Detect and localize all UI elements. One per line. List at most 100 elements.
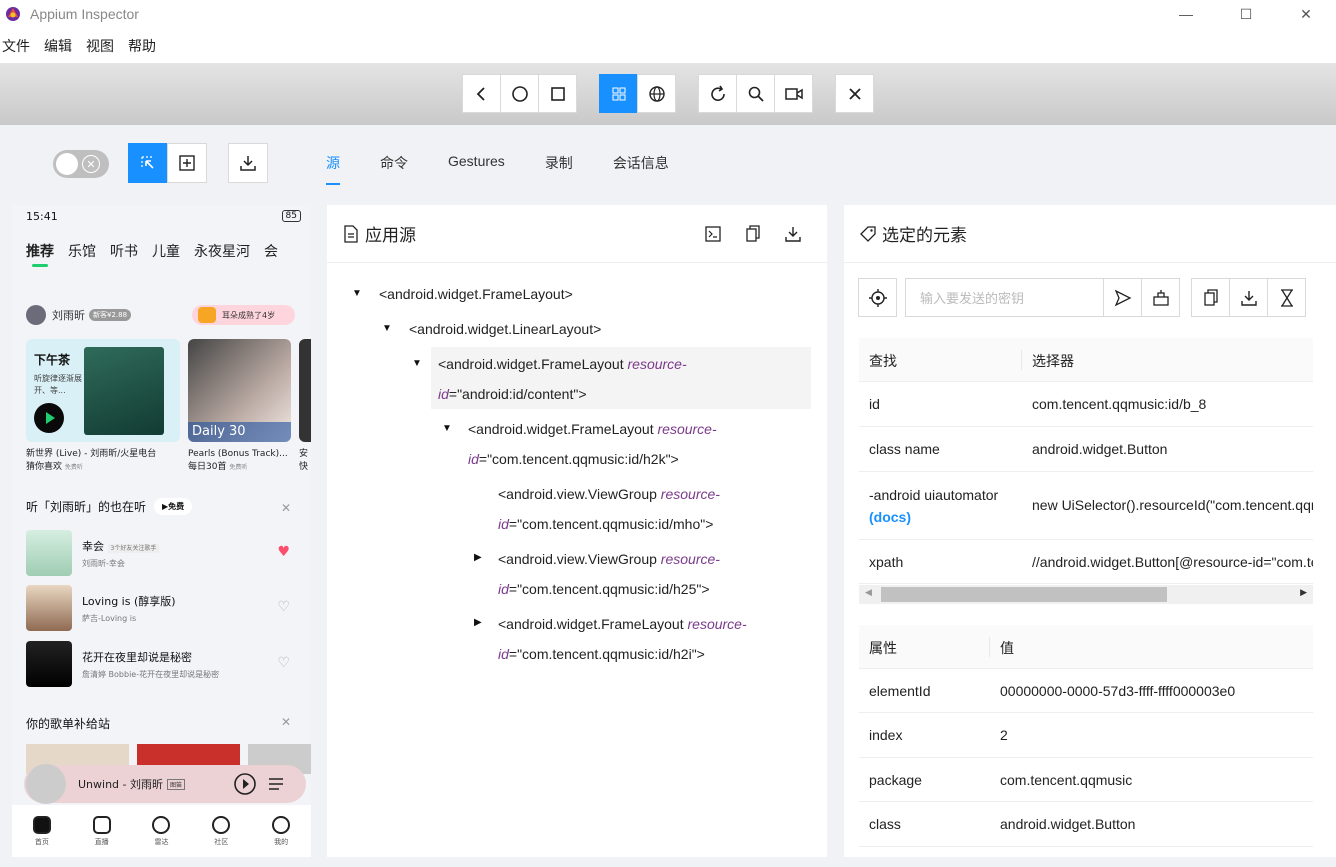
nav-me[interactable]: 我的 <box>272 815 291 847</box>
toggle-attributes-button[interactable] <box>703 224 723 244</box>
playlist-icon[interactable] <box>267 774 287 794</box>
tree-node[interactable]: <android.widget.LinearLayout> <box>409 314 601 344</box>
play-circle-icon[interactable] <box>233 772 257 796</box>
device-screenshot[interactable]: 15:41 85 推荐 乐馆 听书 儿童 永夜星河 会 刘雨昕 新客¥2.88 … <box>12 205 311 857</box>
back-button[interactable] <box>462 74 501 113</box>
table-row[interactable]: class android.widget.Button <box>859 802 1313 847</box>
copy-icon <box>746 225 760 242</box>
list-item[interactable]: 幸会 3个好友关注歌手 刘雨昕-幸会 ♥ <box>26 530 296 576</box>
nav-radar[interactable]: 雷达 <box>152 815 171 847</box>
docs-link[interactable]: (docs) <box>869 509 911 525</box>
web-mode-button[interactable] <box>637 74 676 113</box>
menu-view[interactable]: 视图 <box>86 36 114 56</box>
table-row[interactable]: id com.tencent.qqmusic:id/b_8 <box>859 382 1313 427</box>
table-row[interactable]: elementId 00000000-0000-57d3-ffff-ffff00… <box>859 669 1313 713</box>
collapse-caret-icon[interactable]: ▼ <box>442 423 452 434</box>
menu-file[interactable]: 文件 <box>2 36 30 56</box>
tab-source[interactable]: 源 <box>326 143 340 185</box>
maximize-button[interactable]: ☐ <box>1216 0 1276 28</box>
close-window-button[interactable]: ✕ <box>1276 0 1336 28</box>
app-switch-button[interactable] <box>538 74 577 113</box>
heart-icon[interactable]: ♡ <box>277 655 290 671</box>
home-button[interactable] <box>500 74 539 113</box>
scroll-left-icon[interactable]: ◀ <box>865 587 872 598</box>
tree-node-selected[interactable]: <android.widget.FrameLayout resource- id… <box>438 349 687 409</box>
minimize-button[interactable]: — <box>1156 0 1216 28</box>
tab-gestures[interactable]: Gestures <box>448 143 505 183</box>
playlist-card-afternoon-tea[interactable]: 下午茶 听旋律逐渐展开、等... <box>26 339 180 442</box>
phone-user[interactable]: 刘雨昕 新客¥2.88 <box>26 305 132 325</box>
tree-node[interactable]: <android.view.ViewGroup resource- id="co… <box>498 544 720 604</box>
expand-caret-icon[interactable]: ▶ <box>474 617 482 628</box>
get-timing-button[interactable] <box>1267 278 1306 317</box>
native-mode-button[interactable] <box>599 74 638 113</box>
expand-caret-icon[interactable]: ▶ <box>474 552 482 563</box>
table-row[interactable]: index 2 <box>859 713 1313 758</box>
tap-coordinates-button[interactable] <box>167 143 207 183</box>
close-icon[interactable]: ✕ <box>281 715 291 729</box>
phone-promo-pill[interactable]: 耳朵成熟了4岁 <box>192 305 295 325</box>
table-row[interactable]: xpath //android.widget.Button[@resource-… <box>859 540 1313 584</box>
heart-icon[interactable]: ♡ <box>277 599 290 615</box>
screenshot-toggle[interactable]: ✕ <box>53 150 109 178</box>
refresh-button[interactable] <box>698 74 737 113</box>
globe-icon <box>648 85 665 102</box>
select-element-button[interactable] <box>128 143 168 183</box>
nav-home[interactable]: 首页 <box>32 815 51 847</box>
download-xml-button[interactable] <box>783 224 803 244</box>
copy-xml-button[interactable] <box>743 224 763 244</box>
nav-community[interactable]: 社区 <box>212 815 231 847</box>
nav-live[interactable]: 直播 <box>92 815 111 847</box>
tree-node[interactable]: <android.widget.FrameLayout resource- id… <box>468 414 717 474</box>
collapse-caret-icon[interactable]: ▼ <box>412 358 422 369</box>
phone-time: 15:41 <box>26 209 58 223</box>
menu-edit[interactable]: 编辑 <box>44 36 72 56</box>
tap-element-button[interactable] <box>858 278 897 317</box>
table-row[interactable]: package com.tencent.qqmusic <box>859 758 1313 802</box>
table-row[interactable]: -android uiautomator (docs) new UiSelecto… <box>859 472 1313 540</box>
tab-commands[interactable]: 命令 <box>380 143 408 183</box>
menu-help[interactable]: 帮助 <box>128 36 156 56</box>
list-item[interactable]: Loving is (醇享版) 萨吉-Loving is ♡ <box>26 585 296 631</box>
list-item[interactable]: 花开在夜里却说是秘密 詹清婷 Bobbie-花开在夜里却说是秘密 ♡ <box>26 641 296 687</box>
element-actions: 输入要发送的密钥 <box>858 278 1306 317</box>
tab-record[interactable]: 录制 <box>545 143 573 183</box>
phone-cat-drama[interactable]: 永夜星河 <box>194 241 250 261</box>
quit-session-button[interactable] <box>835 74 874 113</box>
scroll-right-icon[interactable]: ▶ <box>1300 587 1307 598</box>
tree-node[interactable]: <android.widget.FrameLayout> <box>379 279 573 309</box>
phone-cat-kids[interactable]: 儿童 <box>152 241 180 261</box>
download-element-button[interactable] <box>1229 278 1268 317</box>
table-row[interactable]: class name android.widget.Button <box>859 427 1313 472</box>
mini-player[interactable]: Unwind - 刘雨昕 图笛 <box>24 764 306 804</box>
send-keys-button[interactable] <box>1103 278 1142 317</box>
tree-node[interactable]: <android.view.ViewGroup resource- id="co… <box>498 479 720 539</box>
copy-attributes-button[interactable] <box>1191 278 1230 317</box>
terminal-icon <box>705 226 721 242</box>
collapse-caret-icon[interactable]: ▼ <box>382 323 392 334</box>
send-keys-input[interactable]: 输入要发送的密钥 <box>905 278 1104 317</box>
play-icon[interactable] <box>34 403 64 433</box>
free-play-button[interactable]: ▶免费 <box>154 498 193 515</box>
tab-session-info[interactable]: 会话信息 <box>613 143 669 183</box>
phone-cat-more[interactable]: 会 <box>264 241 278 261</box>
phone-cat-recommend[interactable]: 推荐 <box>26 241 54 267</box>
card-label: Daily 30 <box>188 422 291 442</box>
download-screenshot-button[interactable] <box>228 143 268 183</box>
search-button[interactable] <box>736 74 775 113</box>
playlist-card-partial[interactable] <box>299 339 311 442</box>
heart-icon[interactable]: ♥ <box>277 544 290 560</box>
close-icon[interactable]: ✕ <box>281 501 291 515</box>
clear-button[interactable] <box>1141 278 1180 317</box>
record-button[interactable] <box>774 74 813 113</box>
phone-cat-audiobook[interactable]: 听书 <box>110 241 138 261</box>
scrollbar-thumb[interactable] <box>881 587 1167 602</box>
collapse-caret-icon[interactable]: ▼ <box>352 288 362 299</box>
playlist-card-daily30[interactable]: Daily 30 <box>188 339 291 442</box>
tree-node[interactable]: <android.widget.FrameLayout resource- id… <box>498 609 747 669</box>
find-table-header: 查找 选择器 <box>859 338 1313 382</box>
horizontal-scrollbar[interactable]: ◀ ▶ <box>859 585 1313 604</box>
ear-icon <box>198 307 216 323</box>
phone-cat-music-hall[interactable]: 乐馆 <box>68 241 96 261</box>
attributes-table-header: 属性 值 <box>859 625 1313 669</box>
